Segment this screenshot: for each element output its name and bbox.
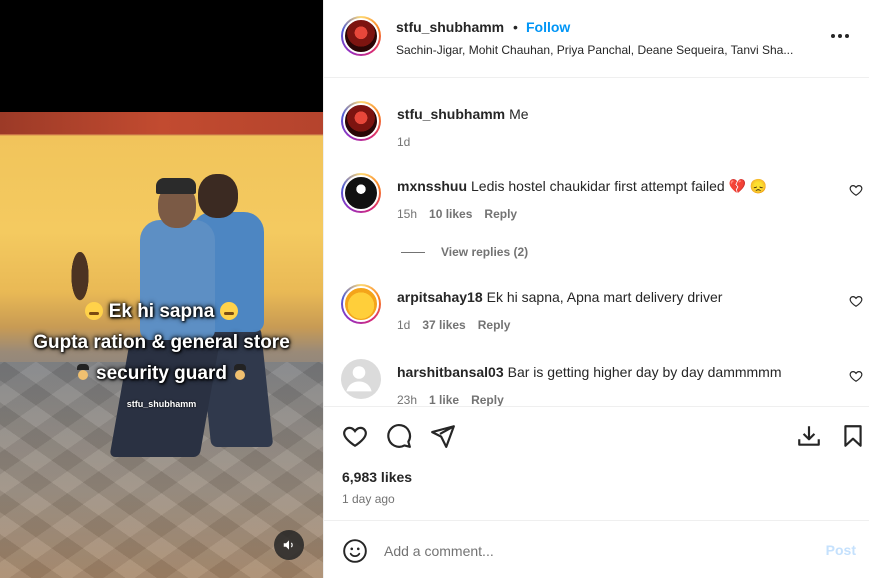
replies-divider bbox=[401, 251, 425, 253]
like-comment-button[interactable] bbox=[849, 369, 863, 383]
bookmark-icon bbox=[844, 425, 862, 447]
comment-username[interactable]: harshitbansal03 bbox=[397, 364, 504, 380]
like-comment-button[interactable] bbox=[849, 294, 863, 308]
guard-emoji-icon bbox=[75, 364, 91, 382]
comment-username[interactable]: arpitsahay18 bbox=[397, 289, 483, 305]
likes-count[interactable]: 6,983 likes bbox=[342, 469, 412, 485]
video-caption: Ek hi sapna Gupta ration & general store… bbox=[0, 296, 323, 389]
comment-text: Ek hi sapna, Apna mart delivery driver bbox=[486, 289, 723, 305]
comment-username[interactable]: mxnsshuu bbox=[397, 178, 467, 194]
separator-dot: • bbox=[513, 19, 518, 35]
more-options-button[interactable] bbox=[828, 24, 852, 48]
video-watermark: stfu_shubhamm bbox=[126, 399, 197, 409]
smiley-icon bbox=[343, 539, 367, 563]
post-actions: 6,983 likes 1 day ago bbox=[324, 406, 869, 521]
wall-decor bbox=[0, 112, 323, 134]
comment-text: Ledis hostel chaukidar first attempt fai… bbox=[471, 178, 768, 194]
reply-button[interactable]: Reply bbox=[484, 207, 517, 221]
comment-composer: Post bbox=[324, 522, 869, 578]
view-replies-label: View replies (2) bbox=[441, 245, 529, 259]
guard-emoji-icon bbox=[232, 364, 248, 382]
comment-likes[interactable]: 10 likes bbox=[429, 207, 472, 221]
comment-likes[interactable]: 1 like bbox=[429, 393, 459, 406]
caption-username[interactable]: stfu_shubhamm bbox=[397, 106, 505, 122]
caption-line-3: security guard bbox=[96, 363, 227, 384]
comment-time[interactable]: 23h bbox=[397, 393, 417, 406]
download-button[interactable] bbox=[796, 423, 822, 449]
save-button[interactable] bbox=[840, 423, 866, 449]
comment-time[interactable]: 15h bbox=[397, 207, 417, 221]
comment-time[interactable]: 1d bbox=[397, 318, 410, 332]
heart-outline-icon bbox=[849, 371, 863, 382]
caption-line-1: Ek hi sapna bbox=[108, 301, 215, 322]
follow-button[interactable]: Follow bbox=[526, 19, 570, 35]
post-comment-button[interactable]: Post bbox=[826, 542, 856, 558]
person-head bbox=[198, 174, 238, 218]
more-horizontal-icon bbox=[831, 34, 849, 38]
default-user-icon bbox=[346, 366, 372, 392]
emoji-picker-button[interactable] bbox=[342, 538, 368, 564]
guard-cap bbox=[156, 178, 196, 194]
share-button[interactable] bbox=[430, 423, 456, 449]
audio-credits[interactable]: Sachin-Jigar, Mohit Chauhan, Priya Panch… bbox=[396, 43, 826, 57]
commenter-avatar[interactable] bbox=[341, 359, 381, 399]
steam-face-icon bbox=[219, 302, 238, 320]
post-panel: stfu_shubhamm • Follow Sachin-Jigar, Moh… bbox=[323, 0, 869, 578]
relieved-face-icon bbox=[85, 302, 104, 320]
speaker-icon bbox=[283, 540, 293, 550]
comment-likes[interactable]: 37 likes bbox=[422, 318, 465, 332]
author-avatar[interactable] bbox=[341, 16, 381, 56]
commenter-avatar[interactable] bbox=[341, 173, 381, 213]
paper-plane-icon bbox=[431, 425, 455, 448]
comment-bubble-icon bbox=[387, 424, 412, 448]
heart-outline-icon bbox=[849, 296, 863, 307]
like-button[interactable] bbox=[342, 423, 368, 449]
author-username[interactable]: stfu_shubhamm bbox=[396, 19, 504, 35]
heart-outline-icon bbox=[849, 185, 863, 196]
view-replies-button[interactable]: View replies (2) bbox=[401, 245, 528, 259]
author-avatar[interactable] bbox=[341, 101, 381, 141]
mute-button[interactable] bbox=[274, 530, 304, 560]
reel-video[interactable]: Ek hi sapna Gupta ration & general store… bbox=[0, 0, 323, 578]
comment-input[interactable] bbox=[384, 540, 804, 562]
comment-button[interactable] bbox=[386, 423, 412, 449]
download-icon bbox=[798, 426, 820, 446]
reply-button[interactable]: Reply bbox=[478, 318, 511, 332]
like-comment-button[interactable] bbox=[849, 183, 863, 197]
reply-button[interactable]: Reply bbox=[471, 393, 504, 406]
caption-time[interactable]: 1d bbox=[397, 135, 410, 149]
post-header: stfu_shubhamm • Follow Sachin-Jigar, Moh… bbox=[324, 0, 869, 78]
caption-text: Me bbox=[509, 106, 529, 122]
heart-icon bbox=[343, 426, 367, 448]
comment-text: Bar is getting higher day by day dammmmm bbox=[507, 364, 782, 380]
caption-line-2: Gupta ration & general store bbox=[33, 332, 290, 353]
commenter-avatar[interactable] bbox=[341, 284, 381, 324]
post-date[interactable]: 1 day ago bbox=[342, 492, 395, 506]
comments-section[interactable]: stfu_shubhamm Me 1d mxnsshuu Ledis hostel … bbox=[324, 79, 869, 406]
